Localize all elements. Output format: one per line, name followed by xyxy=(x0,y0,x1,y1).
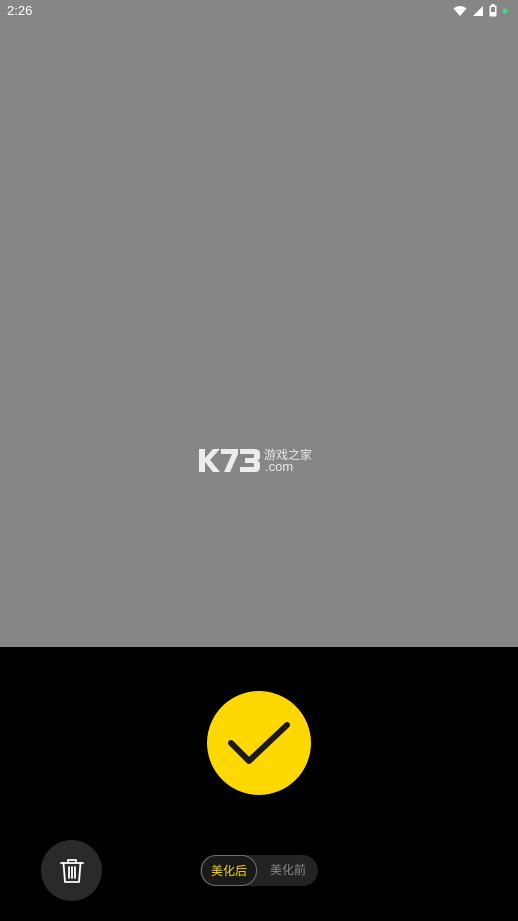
checkmark-icon xyxy=(228,722,290,764)
toggle-after-beautify[interactable]: 美化后 xyxy=(201,855,257,886)
status-time: 2:26 xyxy=(7,3,33,18)
status-bar: 2:26 xyxy=(0,0,518,22)
confirm-button[interactable] xyxy=(207,691,311,795)
cell-signal-icon xyxy=(473,5,483,16)
status-icons xyxy=(453,4,508,17)
before-after-toggle: 美化后 美化前 xyxy=(200,855,318,886)
toggle-before-beautify[interactable]: 美化前 xyxy=(260,855,316,886)
delete-button[interactable] xyxy=(41,840,102,901)
watermark-domain-text: .com xyxy=(265,459,294,474)
k73-logo-icon xyxy=(199,449,260,472)
wifi-icon xyxy=(453,5,467,16)
photo-preview: 游戏之家 .com xyxy=(0,0,518,647)
notification-dot-icon xyxy=(502,8,508,13)
photo-beautify-screen: 游戏之家 .com 2:26 美化后 美化前 xyxy=(0,0,518,921)
battery-icon xyxy=(489,4,497,17)
trash-icon xyxy=(59,858,84,883)
watermark-logo: 游戏之家 .com xyxy=(197,443,323,477)
